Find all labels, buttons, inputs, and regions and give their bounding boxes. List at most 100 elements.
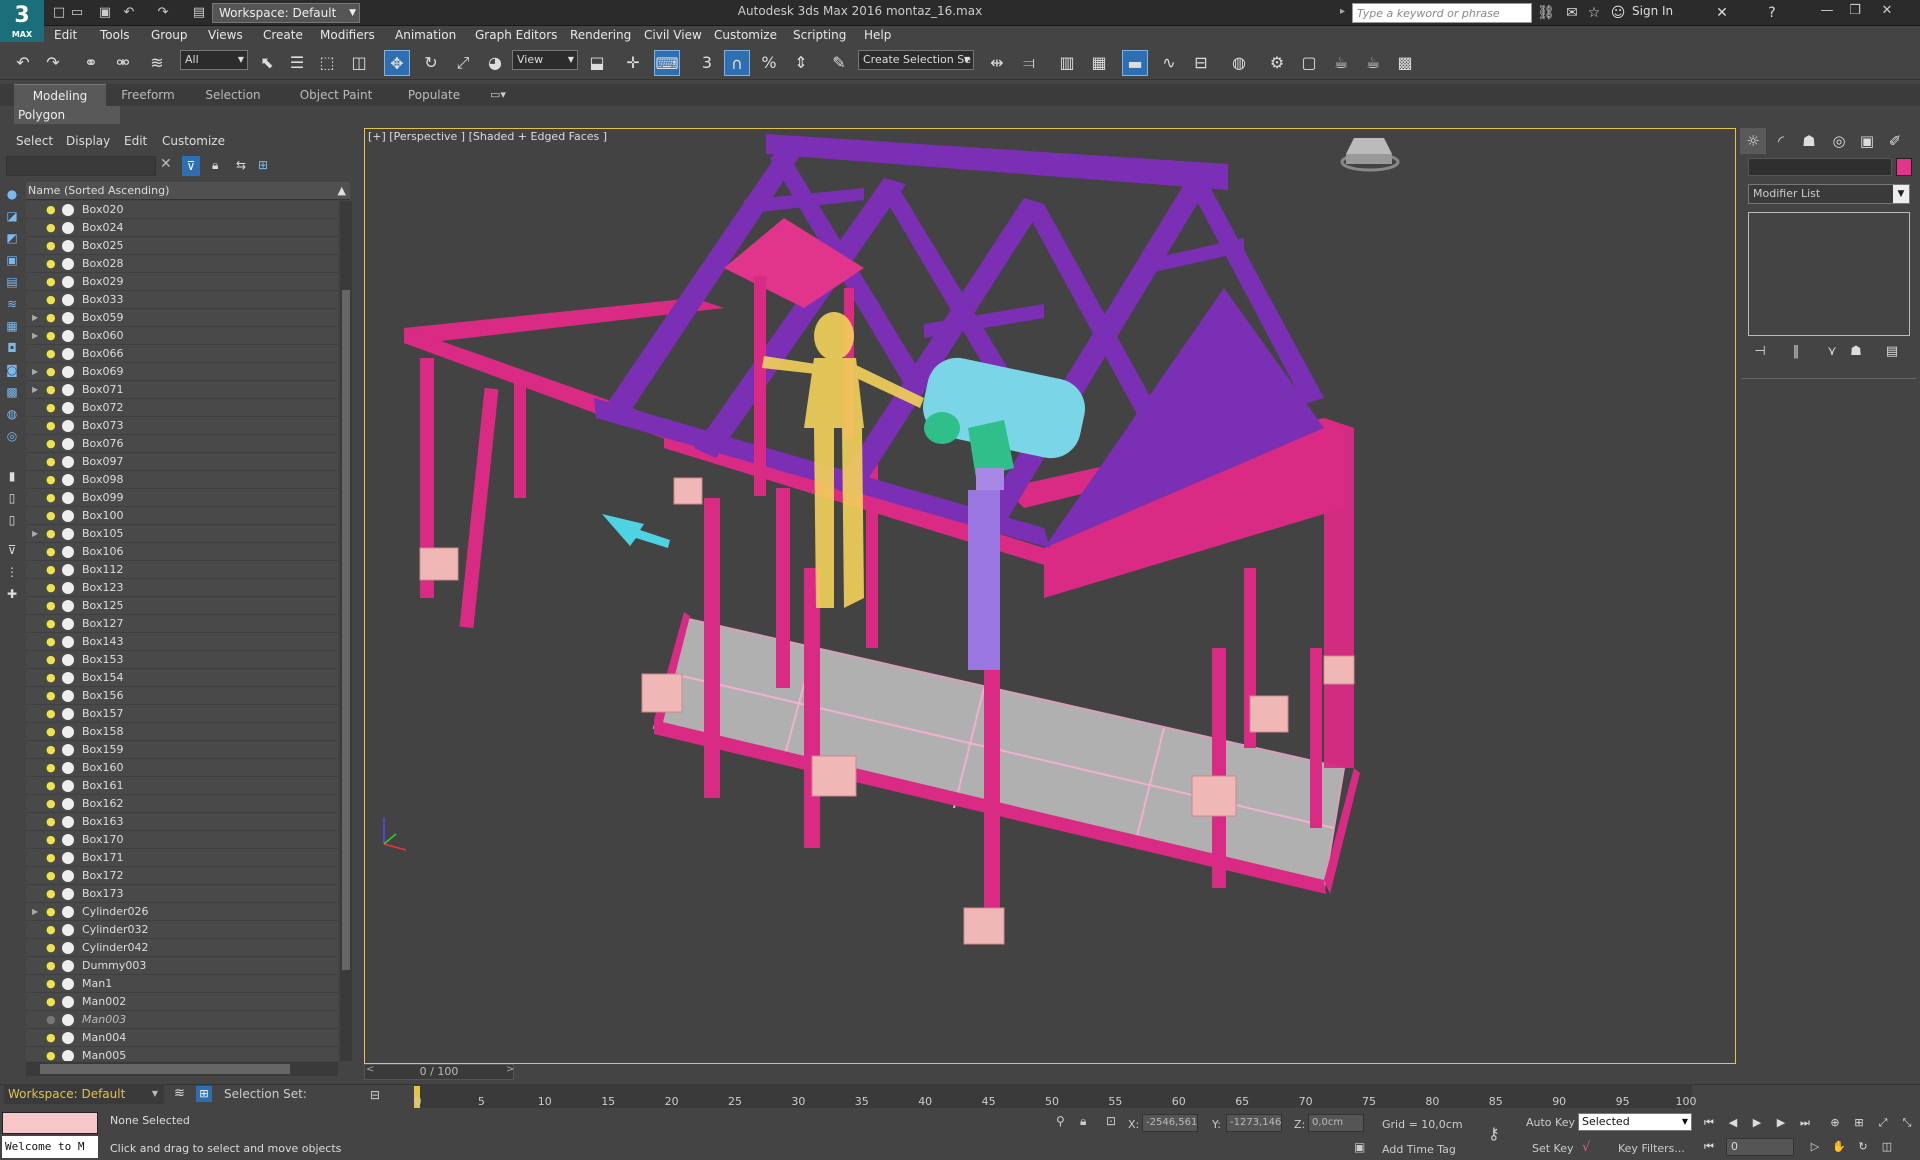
lightbulb-icon[interactable]: ● bbox=[46, 849, 56, 867]
place-icon[interactable]: ◕ bbox=[482, 50, 508, 76]
lightbulb-icon[interactable]: ● bbox=[46, 867, 56, 885]
lightbulb-icon[interactable]: ● bbox=[46, 327, 56, 345]
explorer-scroll-thumb[interactable] bbox=[342, 290, 350, 970]
menu-edit[interactable]: Edit bbox=[54, 28, 77, 42]
lightbulb-icon[interactable]: ● bbox=[46, 291, 56, 309]
schematic-view-icon[interactable]: ⊟ bbox=[1188, 50, 1214, 76]
keyboard-shortcut-override-icon[interactable]: ⌨ bbox=[654, 50, 680, 76]
favorites-star-icon[interactable]: ☆ bbox=[1584, 3, 1604, 23]
list-item[interactable]: ▶ ● Box059 bbox=[26, 309, 338, 327]
explorer-menu-display[interactable]: Display bbox=[66, 134, 110, 148]
list-item[interactable]: ● Box157 bbox=[26, 705, 338, 723]
filter-funnel-icon[interactable]: ⊽ bbox=[4, 542, 20, 558]
viewcube-icon[interactable] bbox=[1640, 142, 1680, 162]
list-item[interactable]: ● Box099 bbox=[26, 489, 338, 507]
list-item[interactable]: ● Box156 bbox=[26, 687, 338, 705]
list-item[interactable]: ● Box112 bbox=[26, 561, 338, 579]
modifier-stack[interactable] bbox=[1748, 212, 1910, 336]
display-tab-icon[interactable]: ▣ bbox=[1854, 128, 1880, 154]
select-and-move-icon[interactable]: ✥ bbox=[384, 50, 410, 76]
key-filters-button[interactable]: Key Filters... bbox=[1618, 1142, 1685, 1155]
lightbulb-icon[interactable]: ● bbox=[46, 309, 56, 327]
list-item[interactable]: ● Man005 bbox=[26, 1047, 338, 1061]
absolute-mode-icon[interactable]: ⊡ bbox=[1106, 1114, 1116, 1128]
previous-frame-icon[interactable]: ◀ bbox=[1724, 1114, 1742, 1132]
display-helpers-icon[interactable]: ▤ bbox=[4, 274, 20, 290]
edit-named-selection-icon[interactable]: ✎ bbox=[826, 50, 852, 76]
render-production-icon[interactable]: ☕ bbox=[1328, 50, 1354, 76]
maxscript-listener-output[interactable]: Welcome to M bbox=[2, 1136, 98, 1158]
list-item[interactable]: ● Box160 bbox=[26, 759, 338, 777]
maximize-icon[interactable]: ❐ bbox=[1842, 2, 1868, 20]
object-color-swatch[interactable] bbox=[1896, 158, 1912, 176]
lightbulb-icon[interactable]: ● bbox=[46, 1011, 56, 1029]
explorer-search-input[interactable] bbox=[6, 156, 156, 176]
expand-arrow-icon[interactable]: ▶ bbox=[32, 525, 38, 543]
close-x-icon[interactable]: ✕ bbox=[1712, 3, 1732, 23]
pivot-center-icon[interactable]: ⬓ bbox=[584, 50, 610, 76]
lightbulb-icon[interactable]: ● bbox=[46, 363, 56, 381]
list-item[interactable]: ▶ ● Cylinder026 bbox=[26, 903, 338, 921]
select-and-scale-icon[interactable]: ⤢ bbox=[450, 50, 476, 76]
orbit-icon[interactable]: ↻ bbox=[1854, 1138, 1872, 1156]
lock-icon[interactable]: 🔒︎ bbox=[212, 158, 218, 173]
lightbulb-icon[interactable]: ● bbox=[46, 561, 56, 579]
lightbulb-icon[interactable]: ● bbox=[46, 219, 56, 237]
utilities-tab-icon[interactable]: ✐ bbox=[1882, 128, 1908, 154]
pin-stack-icon[interactable]: ⊣ bbox=[1750, 344, 1770, 362]
lightbulb-icon[interactable]: ● bbox=[46, 759, 56, 777]
zoom-all-icon[interactable]: ⊞ bbox=[1850, 1114, 1868, 1132]
lightbulb-icon[interactable]: ● bbox=[46, 471, 56, 489]
list-item[interactable]: ● Box123 bbox=[26, 579, 338, 597]
display-bones-icon[interactable]: ◙ bbox=[4, 362, 20, 378]
isolate-icon[interactable]: ⚲ bbox=[1056, 1114, 1065, 1128]
menu-rendering[interactable]: Rendering bbox=[570, 28, 631, 42]
lightbulb-icon[interactable]: ● bbox=[46, 993, 56, 1011]
zoom-extents-icon[interactable]: ⤢ bbox=[1874, 1114, 1892, 1132]
bind-space-warp-icon[interactable]: ≋ bbox=[144, 50, 170, 76]
display-spacewarps-icon[interactable]: ≋ bbox=[4, 296, 20, 312]
lightbulb-icon[interactable]: ● bbox=[46, 957, 56, 975]
time-next-icon[interactable]: > bbox=[506, 1064, 514, 1075]
explorer-menu-customize[interactable]: Customize bbox=[162, 134, 225, 148]
curve-editor-icon[interactable]: ∿ bbox=[1156, 50, 1182, 76]
display-containers-icon[interactable]: ▩ bbox=[4, 384, 20, 400]
minimize-icon[interactable]: — bbox=[1814, 2, 1840, 20]
z-coordinate-field[interactable]: 0,0cm bbox=[1308, 1114, 1364, 1132]
lightbulb-icon[interactable]: ● bbox=[46, 399, 56, 417]
list-item[interactable]: ● Box158 bbox=[26, 723, 338, 741]
explorer-menu-select[interactable]: Select bbox=[16, 134, 53, 148]
expand-arrow-icon[interactable]: ▶ bbox=[32, 381, 38, 399]
layer-manager-icon[interactable]: ▥ bbox=[1054, 50, 1080, 76]
hierarchy-icon[interactable]: ⊞ bbox=[258, 158, 268, 172]
key-mode-dropdown[interactable]: Selected ▼ bbox=[1578, 1113, 1692, 1131]
material-editor-icon[interactable]: ◍ bbox=[1226, 50, 1252, 76]
lightbulb-icon[interactable]: ● bbox=[46, 1029, 56, 1047]
display-groups-icon[interactable]: ▦ bbox=[4, 318, 20, 334]
lightbulb-icon[interactable]: ● bbox=[46, 1047, 56, 1061]
list-item[interactable]: ● Cylinder042 bbox=[26, 939, 338, 957]
lightbulb-icon[interactable]: ● bbox=[46, 687, 56, 705]
reference-coordinate-dropdown[interactable]: View ▼ bbox=[512, 50, 578, 70]
list-item[interactable]: ● Box097 bbox=[26, 453, 338, 471]
list-item[interactable]: ● Box029 bbox=[26, 273, 338, 291]
display-all-icon[interactable]: ▮ bbox=[4, 468, 20, 484]
play-icon[interactable]: ▶ bbox=[1748, 1114, 1766, 1132]
viewport-label[interactable]: [+] [Perspective ] [Shaded + Edged Faces… bbox=[368, 130, 607, 143]
lightbulb-icon[interactable]: ● bbox=[46, 543, 56, 561]
transform-gizmo-icon[interactable]: ✛ bbox=[620, 50, 646, 76]
lightbulb-icon[interactable]: ● bbox=[46, 831, 56, 849]
lightbulb-icon[interactable]: ● bbox=[46, 489, 56, 507]
zoom-extents-all-icon[interactable]: ⤡ bbox=[1898, 1114, 1916, 1132]
list-item[interactable]: ● Box100 bbox=[26, 507, 338, 525]
menu-group[interactable]: Group bbox=[151, 28, 188, 42]
hierarchy-tab-icon[interactable]: ☗ bbox=[1796, 128, 1822, 154]
workspace-status-dropdown[interactable]: Workspace: Default ▼ bbox=[4, 1084, 164, 1104]
lightbulb-icon[interactable]: ● bbox=[46, 705, 56, 723]
render-activeshade-icon[interactable]: ▩ bbox=[1392, 50, 1418, 76]
lightbulb-icon[interactable]: ● bbox=[46, 417, 56, 435]
lightbulb-icon[interactable]: ● bbox=[46, 651, 56, 669]
lightbulb-icon[interactable]: ● bbox=[46, 579, 56, 597]
lightbulb-icon[interactable]: ● bbox=[46, 669, 56, 687]
rendered-frame-window-icon[interactable]: ▢ bbox=[1296, 50, 1322, 76]
